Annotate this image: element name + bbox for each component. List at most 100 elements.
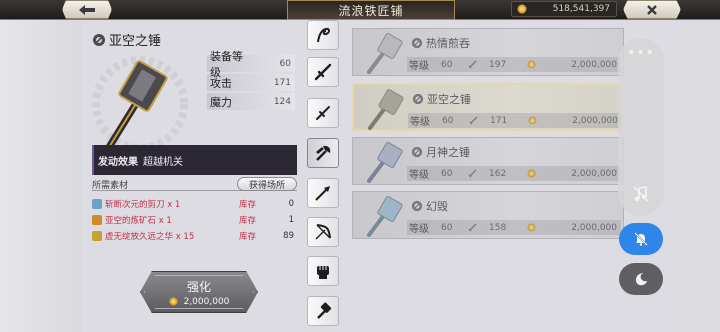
source-location-label: 获得场所 [248,180,285,191]
tab-spear[interactable] [307,178,339,208]
back-button[interactable] [62,0,112,19]
category-tabs [305,20,342,332]
effect-bar: 发动效果 超越机关 [92,145,297,175]
tab-dagger[interactable] [307,98,339,128]
attack-sword-icon [468,60,477,68]
gold-coin-icon [527,169,536,178]
enhance-button-inner: 强化 2,000,000 [144,275,254,309]
price-value: 2,000,000 [571,59,617,70]
gauntlet-icon [317,266,329,279]
item-card-stats: 等级 60 158 2,000,000 [407,220,621,235]
item-card-stats: 等级 60 162 2,000,000 [407,166,621,181]
ore-material-icon [92,215,102,225]
item-card-selected[interactable]: 亚空之锤 等级 60 171 2,000,000 [352,83,624,131]
hammer-thumbnail [367,196,403,237]
stat-label: 攻击 [210,76,232,90]
tab-sword[interactable] [307,57,339,87]
axe-icon [316,145,331,161]
floating-toolbar: ••• [618,38,664,216]
bow-icon [315,224,331,240]
bell-off-icon [634,232,648,246]
stats-list: 装备等级 60 攻击 171 魔力 124 [207,50,295,112]
tab-axe[interactable] [307,138,339,168]
tab-gauntlet[interactable] [307,256,339,286]
flower-material-icon [92,231,102,241]
item-card[interactable]: 幻毁 等级 60 158 2,000,000 [352,191,624,239]
gold-coin-icon [527,223,536,232]
gold-coin-icon [528,116,537,125]
level-value: 60 [441,168,453,179]
item-card[interactable]: 月神之锤 等级 60 162 2,000,000 [352,137,624,185]
material-row[interactable]: 虚无绽放久远之华 x 15 库存 89 [92,228,297,244]
enhance-label: 强化 [186,279,211,294]
item-title: 亚空之锤 [92,30,161,49]
level-label: 等级 [409,170,429,181]
item-card-name: 亚空之锤 [412,91,471,107]
price-value: 2,000,000 [571,168,617,179]
material-name: 虚无绽放久远之华 x 15 [105,232,195,242]
material-stock-label: 库存 [239,232,257,242]
gear-icon [412,93,424,105]
close-button[interactable] [623,0,681,19]
gear-icon [411,37,423,49]
attack-sword-icon [468,223,477,231]
scissors-material-icon [92,199,102,209]
item-card-name: 幻毁 [411,198,448,214]
enhance-button[interactable]: 强化 2,000,000 [140,271,258,313]
tab-bow[interactable] [307,217,339,247]
gear-icon [411,200,423,212]
gold-coin-icon [517,4,527,14]
material-stock-label: 库存 [239,200,257,210]
item-name-text: 月神之锤 [426,146,470,159]
shop-title: 流浪铁匠铺 [287,0,455,20]
attack-sword-icon [468,169,477,177]
effect-label: 发动效果 [98,156,138,168]
gear-icon [411,146,423,158]
price-value: 2,000,000 [571,222,617,233]
item-name-text: 亚空之锤 [427,93,471,106]
enhance-cost: 2,000,000 [169,296,230,307]
level-label: 等级 [409,61,429,72]
mute-notifications-button[interactable] [619,223,663,255]
item-name-text: 幻毁 [426,200,448,213]
item-card-name: 热情煎吞 [411,35,470,51]
sword-icon [314,63,332,81]
item-card[interactable]: 热情煎吞 等级 60 197 2,000,000 [352,28,624,76]
hammer-thumbnail [368,89,404,130]
stat-value: 60 [279,58,291,69]
hammer-icon [317,302,332,319]
gold-counter: 518,541,397 [511,1,617,17]
gold-coin-icon [169,297,178,306]
dark-mode-button[interactable] [619,263,663,295]
source-location-button[interactable]: 获得场所 [237,177,297,191]
gold-coin-icon [527,60,536,69]
tab-hammer[interactable] [307,296,339,326]
music-off-icon[interactable] [631,184,651,204]
shop-title-text: 流浪铁匠铺 [338,3,404,18]
stat-row: 魔力 124 [207,93,295,110]
attack-value: 158 [489,222,507,233]
dagger-icon [316,106,330,120]
material-stock-label: 库存 [239,216,257,226]
material-count: 89 [283,231,294,241]
right-frame [680,20,720,332]
left-frame [0,20,82,332]
tab-whip[interactable] [307,20,339,50]
item-detail-panel: 亚空之锤 装备等级 60 攻击 171 魔力 124 发动效果 超越机关 所需素材 获… [82,22,302,330]
material-row[interactable]: 斩断次元的剪刀 x 1 库存 0 [92,196,297,212]
material-row[interactable]: 亚空的炼矿石 x 1 库存 1 [92,212,297,228]
enhance-cost-value: 2,000,000 [183,296,230,307]
item-card-stats: 等级 60 171 2,000,000 [408,113,622,128]
materials-header-text: 所需素材 [92,180,129,191]
materials-header: 所需素材 获得场所 [92,177,297,191]
more-options-button[interactable]: ••• [618,45,664,61]
item-card-stats: 等级 60 197 2,000,000 [407,57,621,72]
level-value: 60 [442,115,454,126]
attack-value: 171 [490,115,508,126]
material-count: 1 [288,215,294,225]
material-count: 0 [288,199,294,209]
stat-row: 装备等级 60 [207,50,295,79]
item-name-text: 热情煎吞 [426,37,470,50]
material-name: 斩断次元的剪刀 x 1 [105,200,181,210]
hammer-thumbnail [367,33,403,74]
